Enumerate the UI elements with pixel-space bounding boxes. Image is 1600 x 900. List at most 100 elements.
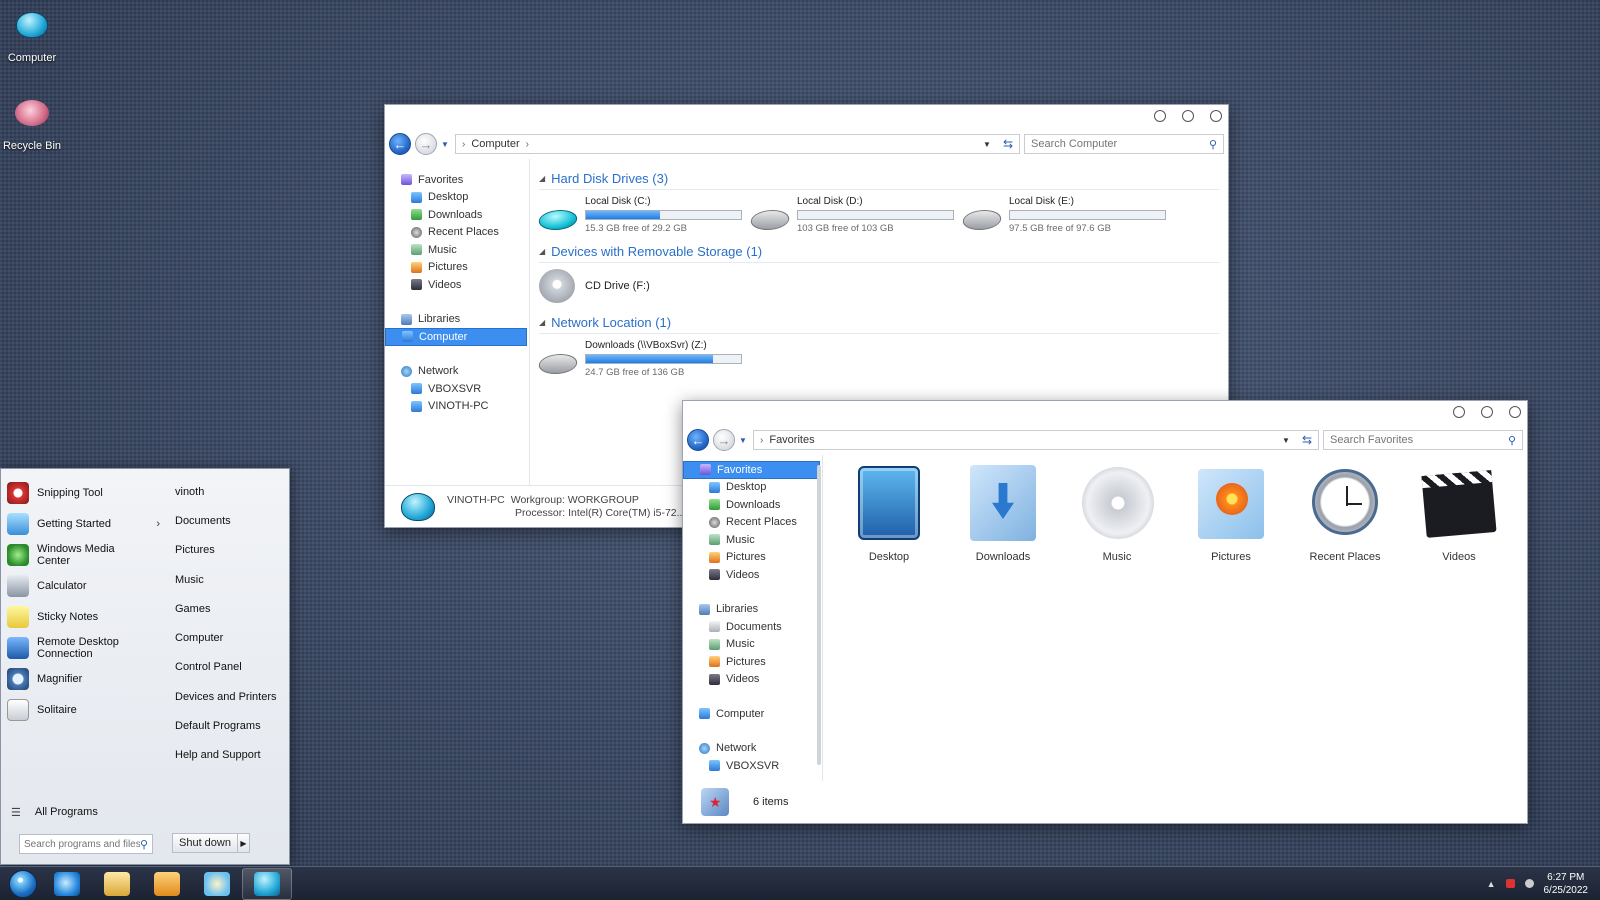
shutdown-options-arrow-icon[interactable]: ▶ [237, 833, 250, 853]
forward-button[interactable]: → [415, 133, 437, 155]
nav-network-vboxsvr[interactable]: VBOXSVR [683, 757, 822, 775]
action-center-flag-icon[interactable] [1505, 879, 1515, 888]
network-status-icon[interactable] [1524, 879, 1534, 888]
nav-desktop[interactable]: Desktop [385, 189, 529, 207]
desktop-icon-computer[interactable]: Computer [0, 8, 64, 64]
group-removable-storage[interactable]: ◢ Devices with Removable Storage (1) [539, 244, 1220, 263]
nav-lib-pictures[interactable]: Pictures [683, 653, 822, 671]
breadcrumb-favorites[interactable]: Favorites [769, 434, 814, 446]
maximize-button[interactable] [1481, 406, 1493, 418]
program-magnifier[interactable]: Magnifier [1, 663, 166, 694]
start-item-music[interactable]: Music [169, 565, 289, 594]
nav-downloads[interactable]: Downloads [385, 206, 529, 224]
favorite-item-downloads[interactable]: Downloads [946, 463, 1060, 563]
program-solitaire[interactable]: Solitaire [1, 694, 166, 725]
nav-network-vinoth-pc[interactable]: VINOTH-PC [385, 398, 529, 416]
start-item-control-panel[interactable]: Control Panel [169, 653, 289, 682]
start-item-help-support[interactable]: Help and Support [169, 741, 289, 770]
back-button[interactable]: ← [389, 133, 411, 155]
favorite-item-music[interactable]: Music [1060, 463, 1174, 563]
nav-network-vboxsvr[interactable]: VBOXSVR [385, 380, 529, 398]
nav-favorites[interactable]: Favorites [385, 171, 529, 189]
recent-pages-dropdown[interactable]: ▼ [441, 140, 451, 149]
favorite-item-recent-places[interactable]: Recent Places [1288, 463, 1402, 563]
nav-recent-places[interactable]: Recent Places [385, 224, 529, 242]
start-item-games[interactable]: Games [169, 594, 289, 623]
favorite-item-pictures[interactable]: Pictures [1174, 463, 1288, 563]
start-item-pictures[interactable]: Pictures [169, 536, 289, 565]
start-search-input[interactable] [24, 838, 140, 850]
nav-libraries[interactable]: Libraries [683, 601, 822, 619]
search-box[interactable]: ⚲ [1323, 430, 1523, 450]
nav-network[interactable]: Network [683, 740, 822, 758]
program-remote-desktop[interactable]: Remote Desktop Connection [1, 632, 166, 663]
taskbar-file-explorer[interactable] [92, 868, 142, 900]
minimize-button[interactable] [1453, 406, 1465, 418]
nav-lib-music[interactable]: Music [683, 636, 822, 654]
address-dropdown-icon[interactable]: ▼ [1282, 436, 1290, 445]
nav-computer[interactable]: Computer [385, 328, 527, 346]
address-bar[interactable]: › Favorites ▼ ⇆ [753, 430, 1319, 450]
search-icon[interactable]: ⚲ [140, 838, 148, 851]
cd-drive-f[interactable]: CD Drive (F:) [539, 269, 1220, 303]
start-item-documents[interactable]: Documents [169, 506, 289, 535]
all-programs-button[interactable]: ☰ All Programs [1, 800, 166, 824]
forward-button[interactable]: → [713, 429, 735, 451]
drive-d[interactable]: Local Disk (D:) 103 GB free of 103 GB [748, 196, 954, 234]
collapse-triangle-icon[interactable]: ◢ [539, 247, 545, 256]
nav-downloads[interactable]: Downloads [683, 496, 822, 514]
collapse-triangle-icon[interactable]: ◢ [539, 174, 545, 183]
program-getting-started[interactable]: Getting Started › [1, 508, 166, 539]
nav-pictures[interactable]: Pictures [385, 259, 529, 277]
nav-videos[interactable]: Videos [385, 276, 529, 294]
close-button[interactable] [1210, 110, 1222, 122]
nav-scrollbar[interactable] [817, 465, 821, 765]
taskbar-computer[interactable] [242, 867, 292, 900]
search-icon[interactable]: ⚲ [1209, 138, 1217, 151]
back-button[interactable]: ← [687, 429, 709, 451]
program-calculator[interactable]: Calculator [1, 570, 166, 601]
nav-lib-documents[interactable]: Documents [683, 618, 822, 636]
titlebar[interactable] [385, 105, 1228, 129]
chevron-right-icon[interactable]: › [156, 518, 160, 530]
titlebar[interactable] [683, 401, 1527, 425]
start-item-user[interactable]: vinoth [169, 477, 289, 506]
start-item-default-programs[interactable]: Default Programs [169, 711, 289, 740]
address-dropdown-icon[interactable]: ▼ [983, 140, 991, 149]
show-hidden-icons-icon[interactable]: ▲ [1487, 879, 1496, 889]
clock[interactable]: 6:27 PM 6/25/2022 [1544, 871, 1589, 897]
refresh-icon[interactable]: ⇆ [1003, 137, 1013, 151]
nav-music[interactable]: Music [385, 241, 529, 259]
search-box[interactable]: ⚲ [1024, 134, 1224, 154]
nav-favorites[interactable]: Favorites [683, 461, 820, 479]
taskbar-media-player[interactable] [142, 868, 192, 900]
nav-network[interactable]: Network [385, 363, 529, 381]
start-item-devices-printers[interactable]: Devices and Printers [169, 682, 289, 711]
refresh-icon[interactable]: ⇆ [1302, 433, 1312, 447]
drive-c[interactable]: Local Disk (C:) 15.3 GB free of 29.2 GB [536, 196, 742, 234]
minimize-button[interactable] [1154, 110, 1166, 122]
nav-desktop[interactable]: Desktop [683, 479, 822, 497]
chevron-right-icon[interactable]: › [526, 139, 529, 150]
taskbar-paint[interactable] [192, 868, 242, 900]
address-bar[interactable]: › Computer › ▼ ⇆ [455, 134, 1020, 154]
program-snipping-tool[interactable]: Snipping Tool [1, 477, 166, 508]
nav-libraries[interactable]: Libraries [385, 311, 529, 329]
nav-videos[interactable]: Videos [683, 566, 822, 584]
start-search-box[interactable]: ⚲ [19, 834, 153, 854]
favorite-item-videos[interactable]: Videos [1402, 463, 1516, 563]
group-network-location[interactable]: ◢ Network Location (1) [539, 315, 1220, 334]
network-drive-z[interactable]: Downloads (\\VBoxSvr) (Z:) 24.7 GB free … [536, 340, 742, 378]
search-input[interactable] [1330, 434, 1508, 446]
drive-e[interactable]: Local Disk (E:) 97.5 GB free of 97.6 GB [960, 196, 1166, 234]
favorite-item-desktop[interactable]: Desktop [832, 463, 946, 563]
desktop-icon-recycle-bin[interactable]: Recycle Bin [0, 94, 64, 152]
program-windows-media-center[interactable]: Windows Media Center [1, 539, 166, 570]
breadcrumb-computer[interactable]: Computer [471, 138, 519, 150]
nav-recent-places[interactable]: Recent Places [683, 514, 822, 532]
group-hard-disk-drives[interactable]: ◢ Hard Disk Drives (3) [539, 171, 1220, 190]
shutdown-button[interactable]: Shut down [172, 833, 238, 853]
start-item-computer[interactable]: Computer [169, 623, 289, 652]
program-sticky-notes[interactable]: Sticky Notes [1, 601, 166, 632]
taskbar-internet-explorer[interactable] [42, 868, 92, 900]
